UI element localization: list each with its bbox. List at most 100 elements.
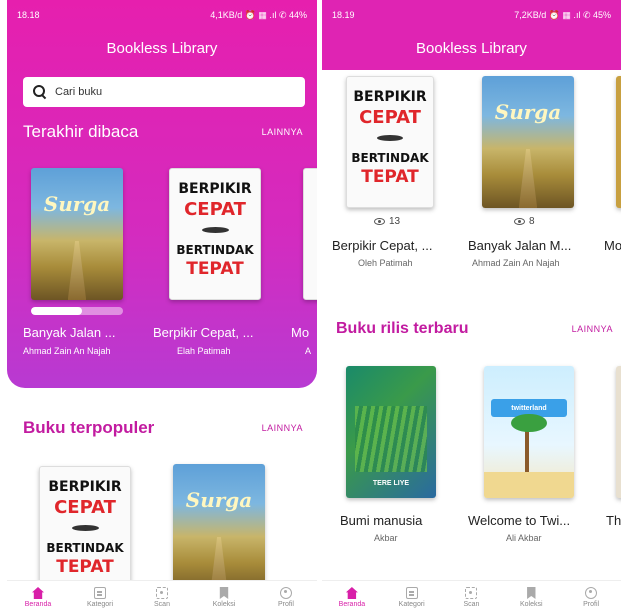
reading-progress-bar: [31, 307, 123, 315]
new-release-section-header: Buku rilis terbaru LAINNYA: [336, 320, 613, 338]
book-title: Welcome to Twi...: [468, 513, 571, 528]
view-count: 8: [514, 216, 535, 227]
nav-item-koleksi[interactable]: Koleksi: [193, 587, 255, 608]
book-title: Berpikir Cepat, ...: [332, 238, 433, 253]
nav-item-beranda[interactable]: Beranda: [322, 587, 382, 608]
recent-section-header: Terakhir dibaca LAINNYA: [23, 122, 303, 142]
nav-label: Beranda: [338, 601, 366, 608]
book-cover: [303, 168, 317, 300]
book-author: Akbar: [374, 533, 398, 543]
search-icon: [33, 85, 47, 99]
book-cover: BERPIKIR CEPAT BERTINDAK TEPAT: [169, 168, 261, 300]
home-icon: [345, 587, 358, 599]
category-icon: [94, 587, 106, 599]
cover-text: BERTINDAK: [46, 541, 124, 555]
home-screen-scrolled: 18.19 7,2KB/d ⏰ ▦ .ıl ✆ 45% Bookless Lib…: [322, 0, 621, 614]
nav-label: Kategori: [398, 601, 425, 608]
cover-text: BERTINDAK: [176, 243, 254, 257]
view-count: 13: [374, 216, 400, 227]
home-screen-top: 18.18 4,1KB/d ⏰ ▦ .ıl ✆ 44% Bookless Lib…: [7, 0, 317, 614]
cover-leaf-art: [511, 413, 547, 432]
view-count-value: 8: [529, 216, 535, 227]
status-indicators: 7,2KB/d ⏰ ▦ .ıl ✆ 45%: [514, 9, 611, 20]
nav-item-profil[interactable]: Profil: [255, 587, 317, 608]
bottom-navigation: Beranda Kategori Scan Koleksi Profil: [322, 580, 621, 614]
reading-progress-fill: [31, 307, 82, 315]
bookmark-icon: [219, 587, 229, 599]
cover-road-art: [518, 148, 538, 208]
home-icon: [32, 587, 44, 599]
status-bar: 18.18 4,1KB/d ⏰ ▦ .ıl ✆ 44%: [7, 0, 317, 30]
recent-more-button[interactable]: LAINNYA: [262, 127, 303, 137]
cover-cheetah-art: [201, 227, 229, 233]
nav-item-profil[interactable]: Profil: [561, 587, 621, 608]
book-cover: [616, 366, 621, 498]
nav-label: Beranda: [24, 601, 52, 608]
cover-script-title: Surga: [494, 99, 562, 124]
book-cover: TERE LIYE: [346, 366, 436, 498]
book-title: Bumi manusia: [340, 513, 423, 528]
view-count-value: 13: [389, 216, 401, 227]
book-title: Th: [606, 513, 621, 528]
book-title: Banyak Jalan M...: [468, 238, 572, 253]
eye-icon: [514, 218, 525, 225]
cover-text: BERPIKIR: [178, 181, 252, 197]
book-author: Ahmad Zain An Najah: [23, 346, 111, 356]
book-author: Ahmad Zain An Najah: [472, 258, 560, 268]
scan-icon: [156, 587, 168, 599]
book-cover: twitterland: [484, 366, 574, 498]
cover-cheetah-art: [377, 135, 403, 141]
book-cover: [616, 76, 621, 208]
status-indicators: 4,1KB/d ⏰ ▦ .ıl ✆ 44%: [210, 9, 307, 20]
nav-item-scan[interactable]: Scan: [442, 587, 502, 608]
book-title: Mo: [604, 238, 621, 253]
cover-art: [355, 405, 427, 472]
cover-text: CEPAT: [184, 199, 246, 220]
cover-sand-art: [484, 471, 574, 498]
book-author: Ali Akbar: [506, 533, 542, 543]
nav-item-koleksi[interactable]: Koleksi: [501, 587, 561, 608]
popular-more-button[interactable]: LAINNYA: [262, 423, 303, 433]
nav-item-beranda[interactable]: Beranda: [7, 587, 69, 608]
cover-text: TEPAT: [56, 557, 114, 577]
book-cover: Surga: [482, 76, 574, 208]
search-input[interactable]: Cari buku: [23, 77, 305, 107]
cover-road-art: [67, 240, 87, 300]
cover-script-title: Surga: [43, 191, 111, 216]
profile-icon: [585, 587, 598, 599]
nav-item-scan[interactable]: Scan: [131, 587, 193, 608]
cover-palm-art: [524, 428, 529, 475]
nav-label: Profil: [278, 601, 294, 608]
scan-icon: [465, 587, 478, 599]
cover-text: BERPIKIR: [48, 479, 122, 495]
book-title: Mo: [291, 325, 310, 340]
cover-text: TEPAT: [186, 259, 244, 279]
popular-section-header: Buku terpopuler LAINNYA: [23, 418, 303, 438]
book-author: Elah Patimah: [177, 346, 231, 356]
cover-script-title: Surga: [185, 487, 253, 512]
book-title: Berpikir Cepat, ...: [153, 325, 254, 340]
nav-label: Kategori: [86, 601, 114, 608]
cover-text: BERPIKIR: [353, 89, 427, 105]
app-title: Bookless Library: [416, 40, 527, 57]
new-release-section-title: Buku rilis terbaru: [336, 320, 469, 337]
book-cover: BERPIKIR CEPAT BERTINDAK TEPAT: [39, 466, 131, 598]
new-release-more-button[interactable]: LAINNYA: [572, 324, 613, 334]
nav-label: Scan: [154, 601, 170, 608]
recent-section-title: Terakhir dibaca: [23, 122, 139, 141]
profile-icon: [280, 587, 292, 599]
bookmark-icon: [527, 587, 536, 599]
app-title: Bookless Library: [106, 40, 218, 57]
nav-item-kategori[interactable]: Kategori: [382, 587, 442, 608]
bottom-navigation: Beranda Kategori Scan Koleksi Profil: [7, 580, 317, 614]
category-icon: [405, 587, 418, 599]
composite-screenshot: 18.18 4,1KB/d ⏰ ▦ .ıl ✆ 44% Bookless Lib…: [0, 0, 621, 614]
nav-label: Scan: [463, 601, 480, 608]
book-title: Banyak Jalan ...: [23, 325, 116, 340]
status-time: 18.19: [332, 10, 355, 20]
nav-item-kategori[interactable]: Kategori: [69, 587, 131, 608]
status-bar: 18.19 7,2KB/d ⏰ ▦ .ıl ✆ 45%: [322, 0, 621, 30]
cover-text: TERE LIYE: [372, 480, 410, 488]
eye-icon: [374, 218, 385, 225]
cover-text: BERTINDAK: [351, 151, 429, 165]
